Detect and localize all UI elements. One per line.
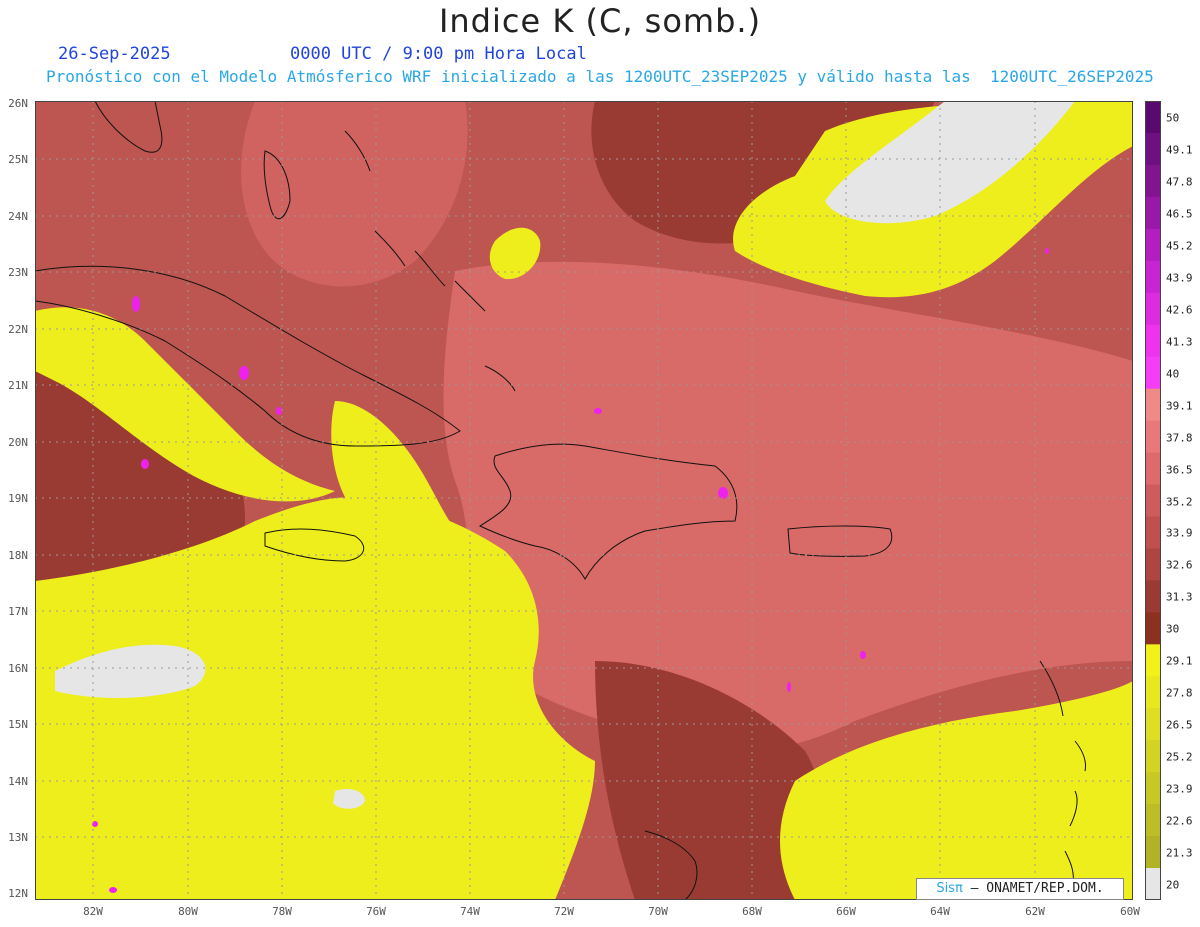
colorbar-label: 39.1: [1166, 399, 1193, 413]
colorbar-swatch: [1145, 132, 1161, 166]
lat-label: 20N: [8, 436, 28, 449]
lat-label: 15N: [8, 718, 28, 731]
forecast-date: 26-Sep-2025: [58, 44, 171, 64]
colorbar-label: 27.8: [1166, 686, 1193, 700]
colorbar-label: 40: [1166, 367, 1180, 381]
lat-label: 16N: [8, 662, 28, 675]
colorbar-swatch: [1145, 516, 1161, 550]
colorbar-label: 30: [1166, 622, 1180, 636]
lat-label: 21N: [8, 379, 28, 392]
lat-label: 13N: [8, 831, 28, 844]
colorbar-swatch: [1145, 580, 1161, 613]
colorbar-label: 31.3: [1166, 590, 1193, 604]
lon-label: 76W: [366, 905, 386, 918]
colorbar-label: 29.1: [1166, 654, 1193, 668]
colorbar-swatch: [1145, 772, 1161, 805]
colorbar-label: 42.6: [1166, 303, 1193, 317]
colorbar-label: 46.5: [1166, 207, 1193, 221]
lat-label: 24N: [8, 210, 28, 223]
colorbar-swatch: [1145, 388, 1161, 422]
lon-label: 78W: [272, 905, 292, 918]
colorbar-label: 47.8: [1166, 175, 1193, 189]
lat-label: 26N: [8, 97, 28, 110]
colorbar-label: 37.8: [1166, 431, 1193, 445]
credit-text: – ONAMET/REP.DOM.: [970, 881, 1104, 896]
colorbar-swatch: [1145, 324, 1161, 358]
colorbar-swatch: [1145, 164, 1161, 198]
lat-label: 12N: [8, 887, 28, 900]
colorbar-swatch: [1145, 868, 1161, 900]
colorbar-swatch: [1145, 708, 1161, 741]
colorbar-swatch: [1145, 740, 1161, 773]
colorbar-label: 49.1: [1166, 143, 1193, 157]
k-index-map: [35, 101, 1133, 900]
colorbar-label: 45.2: [1166, 239, 1193, 253]
lon-label: 74W: [460, 905, 480, 918]
model-description: Pronóstico con el Modelo Atmósferico WRF…: [46, 67, 1154, 86]
lon-label: 62W: [1025, 905, 1045, 918]
colorbar-label: 50: [1166, 111, 1180, 125]
colorbar-swatch: [1145, 484, 1161, 518]
forecast-time: 0000 UTC / 9:00 pm Hora Local: [290, 44, 587, 64]
colorbar-label: 25.2: [1166, 750, 1193, 764]
map-canvas: [35, 101, 1133, 900]
lon-label: 80W: [178, 905, 198, 918]
lat-label: 18N: [8, 549, 28, 562]
colorbar-swatch: [1145, 836, 1161, 869]
colorbar-label: 22.6: [1166, 814, 1193, 828]
lon-label: 72W: [554, 905, 574, 918]
colorbar-label: 21.3: [1166, 846, 1193, 860]
lat-label: 22N: [8, 323, 28, 336]
colorbar-label: 23.9: [1166, 782, 1193, 796]
map-title: Indice K (C, somb.): [438, 2, 762, 40]
colorbar-swatch: [1145, 196, 1161, 230]
colorbar-swatch: [1145, 548, 1161, 581]
colorbar-swatch: [1145, 804, 1161, 837]
colorbar-label: 32.6: [1166, 558, 1193, 572]
colorbar: [1145, 101, 1161, 900]
colorbar-swatch: [1145, 676, 1161, 709]
lon-label: 60W: [1120, 905, 1140, 918]
lat-label: 25N: [8, 153, 28, 166]
lat-label: 19N: [8, 492, 28, 505]
sispi-logo: Sisπ: [936, 881, 963, 896]
colorbar-swatch: [1145, 260, 1161, 294]
colorbar-swatch: [1145, 644, 1161, 677]
colorbar-label: 26.5: [1166, 718, 1193, 732]
colorbar-swatch: [1145, 356, 1161, 390]
colorbar-swatch: [1145, 612, 1161, 645]
lat-label: 17N: [8, 605, 28, 618]
colorbar-label: 33.9: [1166, 526, 1193, 540]
colorbar-label: 41.3: [1166, 335, 1193, 349]
credit-box: Sisπ – ONAMET/REP.DOM.: [916, 878, 1124, 900]
colorbar-swatch: [1145, 228, 1161, 262]
colorbar-swatch: [1145, 292, 1161, 326]
lon-label: 64W: [930, 905, 950, 918]
lon-label: 66W: [836, 905, 856, 918]
colorbar-label: 36.5: [1166, 463, 1193, 477]
colorbar-label: 35.2: [1166, 495, 1193, 508]
colorbar-swatch: [1145, 452, 1161, 486]
colorbar-label: 20: [1166, 878, 1180, 892]
lon-label: 70W: [648, 905, 668, 918]
colorbar-label: 43.9: [1166, 271, 1193, 285]
lon-label: 82W: [83, 905, 103, 918]
colorbar-swatch: [1145, 420, 1161, 454]
lon-label: 68W: [742, 905, 762, 918]
lat-label: 14N: [8, 775, 28, 788]
lat-label: 23N: [8, 266, 28, 279]
colorbar-swatch: [1145, 101, 1161, 134]
